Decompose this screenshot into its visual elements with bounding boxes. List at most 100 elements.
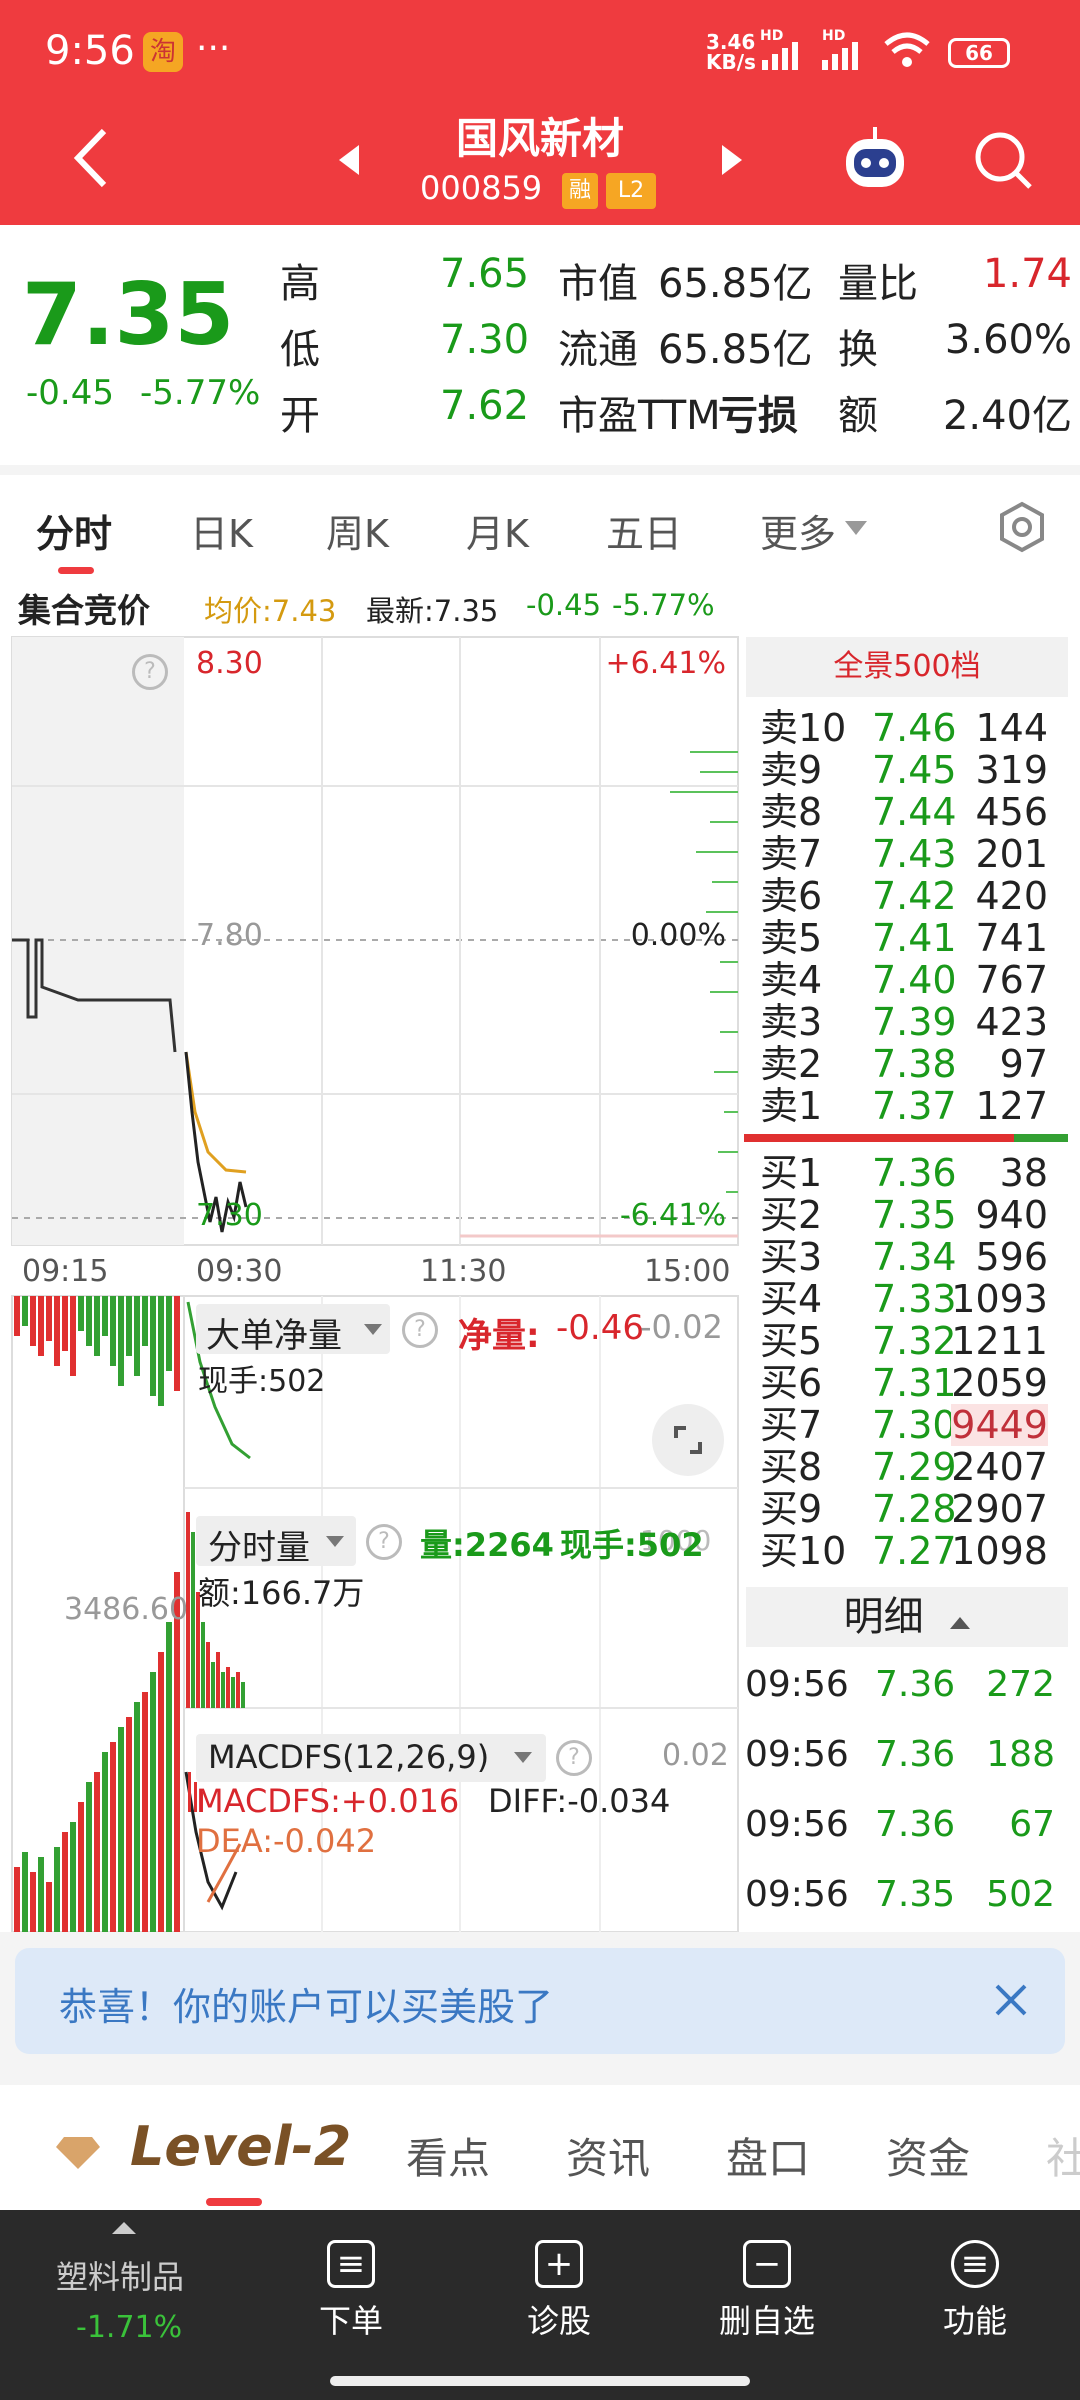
level-price: 7.38: [872, 1042, 957, 1086]
buy-level-1[interactable]: 买1 7.36 38: [760, 1152, 1060, 1194]
vol-ratio-value: 1.74: [982, 251, 1072, 297]
buy-level-3[interactable]: 买3 7.34 596: [760, 1236, 1060, 1278]
trade-detail-row: 09:56 7.36 272: [745, 1655, 1065, 1715]
chart-area[interactable]: 8.30 7.80 7.30 +6.41% 0.00% -6.41% ? 09:…: [0, 632, 740, 1932]
nav-order[interactable]: ≡ 下单: [276, 2230, 426, 2342]
pct-axis-top: +6.41%: [605, 646, 726, 681]
next-stock-icon[interactable]: [720, 143, 744, 181]
turnover-value: 3.60%: [944, 317, 1072, 363]
buy-level-8[interactable]: 买8 7.29 2407: [760, 1446, 1060, 1488]
stock-code: 000859: [420, 169, 543, 207]
tab-level2[interactable]: Level-2: [130, 2115, 351, 2178]
sell-level-5[interactable]: 卖5 7.41 741: [760, 917, 1060, 959]
level-volume: 596: [975, 1235, 1048, 1279]
volume-selector[interactable]: 分时量: [196, 1516, 356, 1568]
help-icon[interactable]: ?: [556, 1740, 592, 1776]
buy-level-5[interactable]: 买5 7.32 1211: [760, 1320, 1060, 1362]
help-icon[interactable]: ?: [402, 1312, 438, 1348]
level-volume: 423: [975, 1000, 1048, 1044]
buy-level-7[interactable]: 买7 7.30 9449: [760, 1404, 1060, 1446]
sell-pressure-bar: [744, 1134, 1014, 1142]
sell-level-6[interactable]: 卖6 7.42 420: [760, 875, 1060, 917]
search-icon[interactable]: [972, 129, 1034, 195]
last-price: 7.35: [22, 265, 235, 365]
buy-level-9[interactable]: 买9 7.28 2907: [760, 1488, 1060, 1530]
pe-label: 市盈TTM: [558, 393, 721, 439]
level-price: 7.41: [872, 916, 957, 960]
buy-level-4[interactable]: 买4 7.33 1093: [760, 1278, 1060, 1320]
pct-axis-bot: -6.41%: [619, 1198, 726, 1233]
level-volume: 2907: [951, 1487, 1048, 1531]
tab-highlights[interactable]: 看点: [406, 2125, 490, 2186]
macd-label: MACDFS(12,26,9): [208, 1738, 490, 1776]
sell-level-1[interactable]: 卖1 7.37 127: [760, 1085, 1060, 1127]
tab-community[interactable]: 社: [1046, 2125, 1080, 2186]
sell-level-7[interactable]: 卖7 7.43 201: [760, 833, 1060, 875]
auction-label: 集合竞价: [18, 591, 150, 630]
trade-detail-row: 09:56 7.36 67: [745, 1795, 1065, 1855]
level-volume: 2059: [951, 1361, 1048, 1405]
tab-daily-k[interactable]: 日K: [190, 503, 253, 558]
open-label: 开: [280, 393, 320, 439]
battery-icon: 66: [948, 38, 1010, 68]
pct-axis-mid: 0.00%: [630, 918, 726, 953]
nav-remove-watchlist[interactable]: − 删自选: [692, 2230, 842, 2342]
level-label: 卖10: [760, 706, 847, 750]
level-volume: 201: [975, 832, 1048, 876]
help-icon[interactable]: ?: [132, 654, 168, 690]
expand-icon[interactable]: [652, 1404, 724, 1476]
level-volume: 2407: [951, 1445, 1048, 1489]
level-label: 卖9: [760, 748, 823, 792]
macd-selector[interactable]: MACDFS(12,26,9): [196, 1734, 546, 1782]
tab-more[interactable]: 更多: [760, 503, 836, 558]
low-label: 低: [280, 327, 320, 373]
latest-change: -0.45: [526, 588, 602, 622]
level-price: 7.28: [872, 1487, 957, 1531]
level-price: 7.33: [872, 1277, 957, 1321]
nav-diagnose[interactable]: + 诊股: [484, 2230, 634, 2342]
bigorder-selector[interactable]: 大单净量: [196, 1304, 390, 1356]
sector-pct: -1.71%: [76, 2310, 183, 2345]
help-icon[interactable]: ?: [366, 1524, 402, 1560]
tab-orderbook[interactable]: 盘口: [726, 2125, 810, 2186]
tab-weekly-k[interactable]: 周K: [326, 503, 389, 558]
promo-banner[interactable]: 恭喜！你的账户可以买美股了: [15, 1948, 1065, 2054]
open-value: 7.62: [440, 383, 530, 429]
sell-level-8[interactable]: 卖8 7.44 456: [760, 791, 1060, 833]
orderbook-title[interactable]: 全景500档: [746, 637, 1068, 697]
tab-five-day[interactable]: 五日: [606, 503, 682, 558]
diamond-icon: [56, 2135, 100, 2173]
sector-name[interactable]: 塑料制品: [56, 2252, 184, 2298]
detail-header[interactable]: 明细: [746, 1587, 1068, 1647]
buy-level-6[interactable]: 买6 7.31 2059: [760, 1362, 1060, 1404]
tab-monthly-k[interactable]: 月K: [466, 503, 529, 558]
buy-pressure-bar: [1014, 1134, 1068, 1142]
tab-news[interactable]: 资讯: [566, 2125, 650, 2186]
tab-active-indicator: [58, 567, 94, 574]
buy-level-10[interactable]: 买10 7.27 1098: [760, 1530, 1060, 1572]
level-volume: 420: [975, 874, 1048, 918]
volume-left-val: 3486.60: [64, 1592, 189, 1627]
level-price: 7.36: [872, 1151, 957, 1195]
sell-level-3[interactable]: 卖3 7.39 423: [760, 1001, 1060, 1043]
chevron-down-icon: [845, 521, 867, 541]
close-icon[interactable]: [993, 1982, 1029, 2022]
level-label: 买10: [760, 1529, 847, 1573]
nav-functions[interactable]: ≡ 功能: [900, 2230, 1050, 2342]
sell-level-2[interactable]: 卖2 7.38 97: [760, 1043, 1060, 1085]
wifi-icon: [882, 30, 932, 74]
chart-settings-icon[interactable]: [998, 501, 1046, 557]
sell-level-10[interactable]: 卖10 7.46 144: [760, 707, 1060, 749]
banner-text: 恭喜！你的账户可以买美股了: [59, 1985, 554, 2029]
buy-level-2[interactable]: 买2 7.35 940: [760, 1194, 1060, 1236]
home-indicator: [330, 2376, 750, 2386]
sell-level-4[interactable]: 卖4 7.40 767: [760, 959, 1060, 1001]
back-icon[interactable]: [70, 127, 110, 193]
tab-intraday[interactable]: 分时: [36, 503, 112, 558]
sell-level-9[interactable]: 卖9 7.45 319: [760, 749, 1060, 791]
bottom-nav: 塑料制品 -1.71% ≡ 下单 + 诊股 − 删自选 ≡ 功能: [0, 2210, 1080, 2400]
tab-capital[interactable]: 资金: [886, 2125, 970, 2186]
bigorder-right-val: -0.02: [640, 1308, 723, 1346]
prev-stock-icon[interactable]: [337, 143, 361, 181]
robot-assistant-icon[interactable]: [840, 125, 910, 199]
